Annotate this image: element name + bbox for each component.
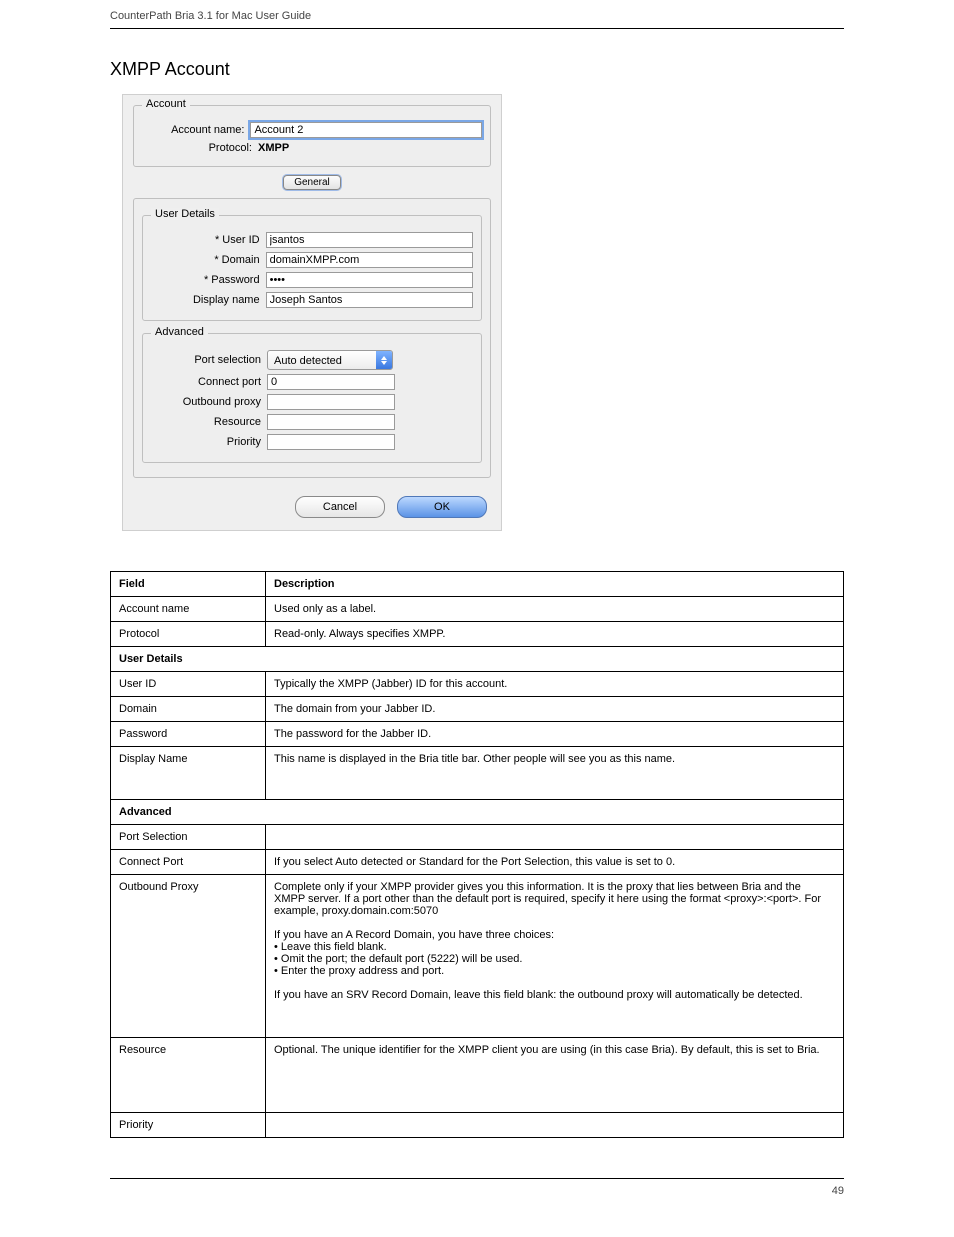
table-description: Used only as a label. [266,597,844,622]
outbound-proxy-input[interactable] [267,394,395,410]
user-details-fieldset: User Details * User ID * Domain * Passwo… [142,215,482,321]
tab-bar: General [133,175,491,190]
section-title: XMPP Account [0,29,954,94]
table-field: Account name [111,597,266,622]
protocol-value: XMPP [258,142,289,154]
password-input[interactable] [266,272,473,288]
field-description-table: FieldDescriptionAccount nameUsed only as… [110,571,844,1138]
table-description [266,825,844,850]
port-selection-label: Port selection [151,354,267,366]
table-field: Domain [111,697,266,722]
table-field: Connect Port [111,850,266,875]
resource-label: Resource [151,416,267,428]
display-name-label: Display name [151,294,266,306]
cancel-button[interactable]: Cancel [295,496,385,518]
table-description: Typically the XMPP (Jabber) ID for this … [266,672,844,697]
table-section: Advanced [111,800,844,825]
port-selection-value: Auto detected [268,351,376,369]
connect-port-label: Connect port [151,376,267,388]
header-left: CounterPath Bria 3.1 for Mac User Guide [110,10,311,22]
table-section: User Details [111,647,844,672]
table-description: Optional. The unique identifier for the … [266,1038,844,1113]
table-field: Resource [111,1038,266,1113]
advanced-fieldset: Advanced Port selection Auto detected C [142,333,482,463]
table-description: The domain from your Jabber ID. [266,697,844,722]
table-description: Complete only if your XMPP provider give… [266,875,844,1038]
table-field: Priority [111,1113,266,1138]
tab-general[interactable]: General [283,175,341,190]
port-selection-select[interactable]: Auto detected [267,350,393,370]
ok-button[interactable]: OK [397,496,487,518]
password-label: * Password [151,274,266,286]
table-description: This name is displayed in the Bria title… [266,747,844,800]
user-details-legend: User Details [151,208,219,220]
outbound-proxy-label: Outbound proxy [151,396,267,408]
table-field: User ID [111,672,266,697]
table-field: Outbound Proxy [111,875,266,1038]
user-id-label: * User ID [151,234,266,246]
xmpp-account-dialog: Account Account name: Protocol: XMPP Gen… [122,94,502,531]
account-legend: Account [142,98,190,110]
table-field: Protocol [111,622,266,647]
table-description: Read-only. Always specifies XMPP. [266,622,844,647]
col-header-field: Field [111,572,266,597]
advanced-legend: Advanced [151,326,208,338]
col-header-description: Description [266,572,844,597]
priority-label: Priority [151,436,267,448]
table-description [266,1113,844,1138]
connect-port-input[interactable] [267,374,395,390]
display-name-input[interactable] [266,292,473,308]
account-fieldset: Account Account name: Protocol: XMPP [133,105,491,167]
domain-label: * Domain [151,254,266,266]
chevron-updown-icon [376,351,392,369]
table-field: Display Name [111,747,266,800]
account-name-label: Account name: [142,124,250,136]
account-name-input[interactable] [250,122,482,138]
priority-input[interactable] [267,434,395,450]
resource-input[interactable] [267,414,395,430]
footer-right: 49 [832,1185,844,1197]
domain-input[interactable] [266,252,473,268]
table-description: If you select Auto detected or Standard … [266,850,844,875]
user-id-input[interactable] [266,232,473,248]
table-field: Port Selection [111,825,266,850]
table-description: The password for the Jabber ID. [266,722,844,747]
protocol-label: Protocol: [142,142,258,154]
table-field: Password [111,722,266,747]
general-panel: User Details * User ID * Domain * Passwo… [133,198,491,478]
